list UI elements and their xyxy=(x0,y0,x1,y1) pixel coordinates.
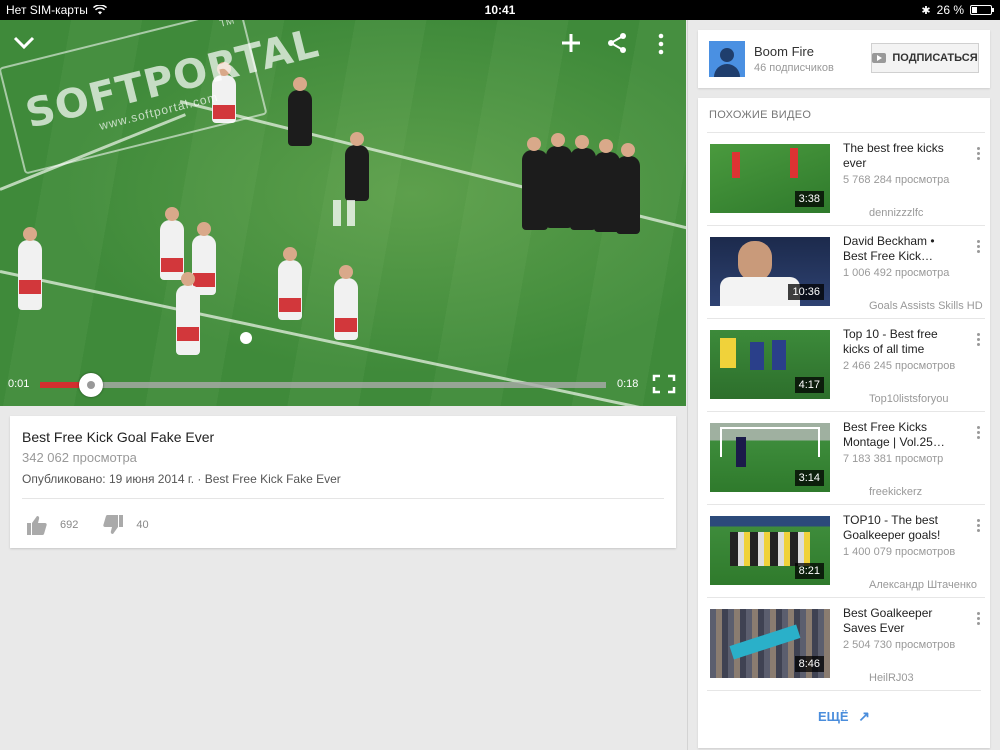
video-thumbnail: 8:21 xyxy=(710,516,830,585)
watermark-tm: TM xyxy=(218,20,236,30)
channel-avatar[interactable] xyxy=(709,41,745,77)
bluetooth-icon: ✱ xyxy=(921,4,931,17)
battery-icon xyxy=(970,5,994,15)
related-video-views: 5 768 284 просмотра xyxy=(843,174,950,186)
player-figure xyxy=(18,227,42,310)
current-time: 0:01 xyxy=(8,378,30,390)
related-videos-panel: ПОХОЖИЕ ВИДЕО 3:38 The best free kicks e… xyxy=(698,98,990,748)
dislikes-count: 40 xyxy=(136,519,149,531)
more-vert-icon[interactable] xyxy=(971,424,985,444)
add-icon[interactable] xyxy=(560,32,582,54)
divider xyxy=(22,498,664,499)
related-video-author: Top10listsforyou xyxy=(869,393,949,405)
related-video-author: Александр Штаченко xyxy=(869,579,977,591)
published-date: Опубликовано: 19 июня 2014 г. · Best Fre… xyxy=(22,472,341,486)
player-figure xyxy=(616,143,640,234)
more-label: ЕЩЁ xyxy=(818,709,849,724)
related-video-views: 1 400 079 просмотров xyxy=(843,546,956,558)
related-video-item[interactable]: 4:17 Top 10 - Best free kicks of all tim… xyxy=(707,318,985,411)
clock: 10:41 xyxy=(484,3,516,17)
channel-card: Boom Fire 46 подписчиков ПОДПИСАТЬСЯ xyxy=(698,30,990,88)
related-video-title: Best Goalkeeper Saves Ever xyxy=(843,606,933,635)
related-video-title: David Beckham • Best Free Kick… xyxy=(843,234,935,263)
ball xyxy=(240,332,252,344)
related-video-item[interactable]: 10:36 David Beckham • Best Free Kick… 1 … xyxy=(707,225,985,318)
arrow-up-right-icon: ↗ xyxy=(858,708,870,724)
more-vert-icon[interactable] xyxy=(971,331,985,351)
related-video-title: The best free kicks ever xyxy=(843,141,944,170)
chevron-down-icon[interactable] xyxy=(12,32,36,52)
channel-name[interactable]: Boom Fire xyxy=(754,44,814,59)
video-title: Best Free Kick Goal Fake Ever xyxy=(22,429,215,445)
player-figure xyxy=(288,77,312,146)
related-video-author: HeilRJ03 xyxy=(869,672,914,684)
status-bar: Нет SIM-карты 10:41 ✱ 26 % xyxy=(0,0,1000,20)
youtube-icon xyxy=(872,53,887,63)
subscriber-count: 46 подписчиков xyxy=(754,62,834,74)
related-video-author: Goals Assists Skills HD xyxy=(869,300,983,312)
softportal-watermark: SOFTPORTAL www.softportal.com TM xyxy=(0,20,324,175)
thumbs-down-icon[interactable] xyxy=(102,514,124,536)
video-duration: 10:36 xyxy=(788,284,824,300)
duration-time: 0:18 xyxy=(617,378,639,390)
related-video-item[interactable]: 3:38 The best free kicks ever 5 768 284 … xyxy=(707,132,985,225)
video-duration: 8:46 xyxy=(794,656,824,672)
more-vert-icon[interactable] xyxy=(971,610,985,630)
related-video-views: 2 504 730 просмотров xyxy=(843,639,956,651)
subscribe-button[interactable]: ПОДПИСАТЬСЯ xyxy=(871,43,979,73)
more-vert-icon[interactable] xyxy=(971,145,985,165)
related-video-views: 1 006 492 просмотра xyxy=(843,267,950,279)
player-figure xyxy=(546,133,572,228)
video-duration: 8:21 xyxy=(794,563,824,579)
related-heading: ПОХОЖИЕ ВИДЕО xyxy=(709,109,812,121)
status-right: ✱ 26 % xyxy=(921,3,994,17)
player-figure xyxy=(176,272,200,355)
video-info-card: Best Free Kick Goal Fake Ever 342 062 пр… xyxy=(10,416,676,548)
more-vert-icon[interactable] xyxy=(971,238,985,258)
player-figure xyxy=(522,137,548,230)
player-figure xyxy=(334,265,358,340)
related-video-title: Top 10 - Best free kicks of all time xyxy=(843,327,938,356)
related-video-item[interactable]: 3:14 Best Free Kicks Montage | Vol.25… 7… xyxy=(707,411,985,504)
related-video-title: Best Free Kicks Montage | Vol.25… xyxy=(843,420,945,449)
thumbs-up-icon[interactable] xyxy=(26,514,48,536)
player-figure xyxy=(570,135,596,230)
watermark-brand: SOFTPORTAL xyxy=(21,20,324,138)
player-figure xyxy=(160,207,184,280)
video-duration: 3:38 xyxy=(794,191,824,207)
more-vert-icon[interactable] xyxy=(656,32,666,56)
video-thumbnail: 3:14 xyxy=(710,423,830,492)
video-thumbnail: 4:17 xyxy=(710,330,830,399)
video-player[interactable]: SOFTPORTAL www.softportal.com TM 0:01 0:… xyxy=(0,20,686,406)
video-thumbnail: 10:36 xyxy=(710,237,830,306)
player-figure xyxy=(278,247,302,320)
video-duration: 3:14 xyxy=(794,470,824,486)
related-video-views: 2 466 245 просмотров xyxy=(843,360,956,372)
related-video-author: freekickerz xyxy=(869,486,923,498)
video-thumbnail: 3:38 xyxy=(710,144,830,213)
more-videos-link[interactable]: ЕЩЁ ↗ xyxy=(707,690,981,725)
progress-bar[interactable] xyxy=(40,373,606,397)
video-duration: 4:17 xyxy=(794,377,824,393)
right-column: Boom Fire 46 подписчиков ПОДПИСАТЬСЯ ПОХ… xyxy=(687,20,1000,750)
battery-percent: 26 % xyxy=(936,3,964,17)
related-video-item[interactable]: 8:21 TOP10 - The best Goalkeeper goals! … xyxy=(707,504,985,597)
related-video-item[interactable]: 8:46 Best Goalkeeper Saves Ever 2 504 73… xyxy=(707,597,985,690)
player-figure xyxy=(345,132,369,201)
video-views: 342 062 просмотра xyxy=(22,450,137,465)
share-icon[interactable] xyxy=(606,32,628,54)
subscribe-label: ПОДПИСАТЬСЯ xyxy=(892,52,978,64)
battery-fill xyxy=(972,7,977,13)
pause-icon[interactable] xyxy=(333,200,357,226)
likes-count: 692 xyxy=(60,519,79,531)
rating-row: 692 40 xyxy=(26,514,173,536)
progress-handle[interactable] xyxy=(78,373,103,397)
fullscreen-icon[interactable] xyxy=(652,374,676,394)
video-thumbnail: 8:46 xyxy=(710,609,830,678)
related-video-title: TOP10 - The best Goalkeeper goals! xyxy=(843,513,941,542)
related-video-views: 7 183 381 просмотр xyxy=(843,453,944,465)
more-vert-icon[interactable] xyxy=(971,517,985,537)
related-video-author: dennizzzlfc xyxy=(869,207,924,219)
